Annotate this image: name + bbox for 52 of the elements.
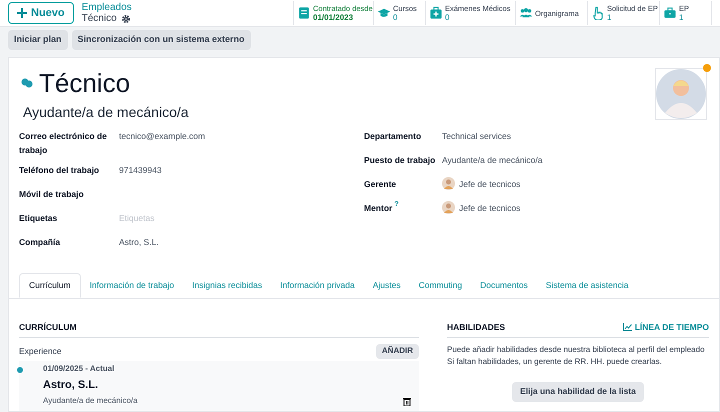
field-label: Etiquetas bbox=[19, 212, 58, 225]
group-label: Experience bbox=[19, 344, 62, 358]
job-title: Ayudante/a de mecánico/a bbox=[23, 102, 190, 122]
field-value: Astro, S.L. bbox=[119, 236, 159, 249]
briefcase-icon bbox=[663, 6, 677, 20]
help-text: Si faltan habilidades, un gerente de RR. HH. puede crearlas. bbox=[447, 356, 663, 368]
field-value: Technical services bbox=[442, 130, 511, 143]
tags-field[interactable]: Etiquetas bbox=[119, 210, 239, 225]
action-button[interactable]: Iniciar plan bbox=[8, 30, 68, 50]
field-label: Compañía bbox=[19, 236, 60, 249]
resume-company: Astro, S.L. bbox=[43, 378, 100, 392]
tab[interactable]: Insignias recibidas bbox=[183, 272, 272, 298]
tab[interactable]: Información privada bbox=[271, 272, 364, 298]
field-label: Mentor bbox=[364, 202, 392, 215]
pick-skill-button[interactable]: Elija una habilidad de la lista bbox=[512, 382, 644, 402]
help-text: Puede añadir habilidades desde nuestra biblioteca al perfil del empleado bbox=[447, 344, 706, 356]
add-button[interactable]: AÑADIR bbox=[376, 344, 419, 358]
medical-kit-icon bbox=[429, 6, 443, 20]
field-label: Departamento bbox=[364, 130, 422, 143]
tab[interactable]: Currículum bbox=[19, 272, 81, 298]
chat-bubbles-icon[interactable] bbox=[21, 78, 33, 88]
field-label: Puesto de trabajo bbox=[364, 154, 436, 167]
field-value: Ayudante/a de mecánico/a bbox=[442, 154, 542, 167]
line-chart-icon bbox=[622, 323, 632, 332]
employee-name: Técnico bbox=[39, 68, 130, 98]
tab[interactable]: Información de trabajo bbox=[80, 272, 184, 298]
action-button[interactable]: Sincronización con un sistema externo bbox=[72, 30, 251, 50]
book-icon bbox=[297, 6, 311, 20]
field-value[interactable]: Jefe de tecnicos bbox=[459, 176, 520, 191]
timeline-link[interactable]: LÍNEA DE TIEMPO bbox=[622, 320, 709, 334]
field-value[interactable]: Jefe de tecnicos bbox=[459, 200, 520, 215]
breadcrumb-link[interactable]: Empleados bbox=[82, 2, 132, 14]
trash-icon[interactable] bbox=[403, 396, 411, 406]
new-button[interactable]: Nuevo bbox=[8, 2, 74, 24]
field-value: tecnico@example.com bbox=[119, 130, 206, 143]
resume-description: Ayudante/a de mecánico/a bbox=[43, 395, 138, 407]
resume-dates: 01/09/2025 - Actual bbox=[43, 362, 116, 374]
settings-icon[interactable] bbox=[120, 14, 131, 24]
section-heading: CURRÍCULUM bbox=[19, 320, 419, 338]
tab[interactable]: Commuting bbox=[410, 272, 472, 298]
tab[interactable]: Sistema de asistencia bbox=[536, 272, 638, 298]
hand-pointer-icon bbox=[591, 6, 605, 20]
field-label: Móvil de trabajo bbox=[19, 188, 84, 201]
section-heading: HABILIDADES bbox=[447, 320, 506, 334]
field-value: 971439943 bbox=[119, 164, 162, 177]
field-label: Correo electrónico de trabajo bbox=[19, 130, 108, 157]
field-label: Gerente bbox=[364, 178, 396, 191]
tab[interactable]: Ajustes bbox=[364, 272, 410, 298]
plus-icon bbox=[17, 8, 27, 18]
record-name: Técnico bbox=[82, 13, 117, 24]
tab[interactable]: Documentos bbox=[471, 272, 537, 298]
field-label: Teléfono del trabajo bbox=[19, 164, 100, 177]
